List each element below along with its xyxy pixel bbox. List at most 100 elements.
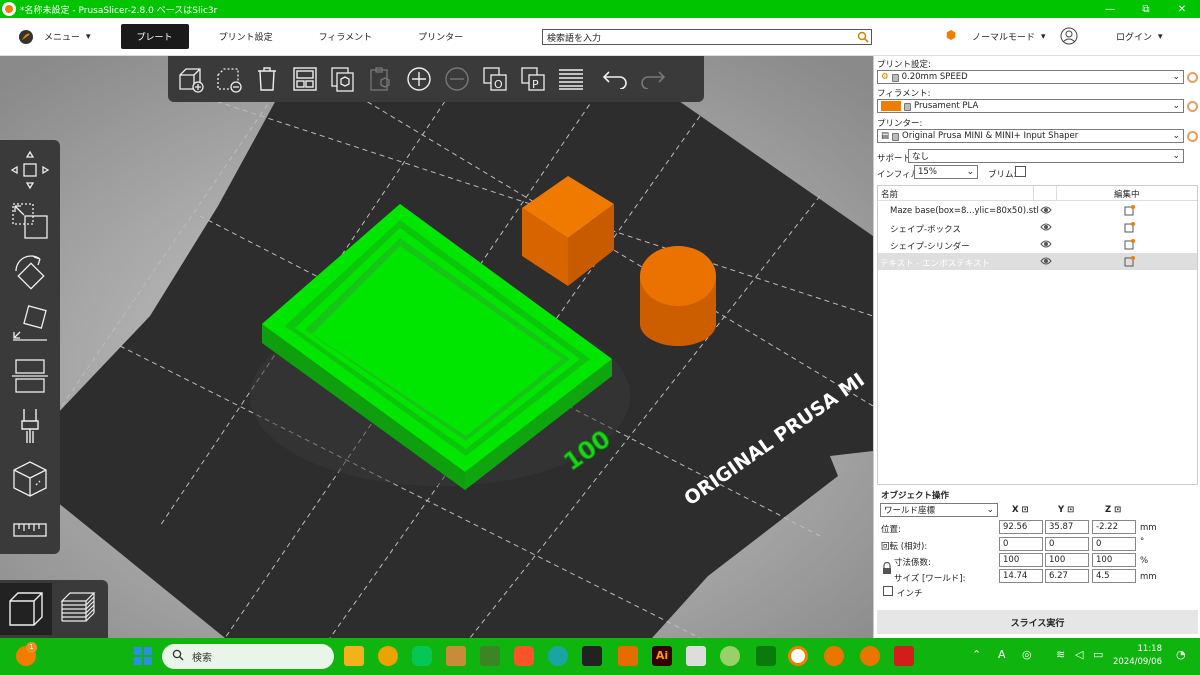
move-tool-icon[interactable] bbox=[6, 146, 54, 194]
chrome-browser-icon[interactable] bbox=[378, 646, 398, 666]
split-to-objects-icon[interactable]: O bbox=[478, 62, 512, 96]
position-z-field[interactable]: -2.22 bbox=[1092, 520, 1136, 534]
blender-icon[interactable] bbox=[824, 646, 844, 666]
place-on-face-icon[interactable] bbox=[6, 301, 54, 349]
add-instance-icon[interactable] bbox=[402, 62, 436, 96]
game-app-icon[interactable] bbox=[446, 646, 466, 666]
list-item-selected[interactable]: テキスト - エンボステキスト bbox=[878, 253, 1197, 270]
filament-gear-icon[interactable] bbox=[1187, 101, 1198, 112]
measure-ruler-icon[interactable] bbox=[6, 507, 54, 555]
printer-gear-icon[interactable] bbox=[1187, 131, 1198, 142]
line-app-icon[interactable] bbox=[412, 646, 432, 666]
edit-icon[interactable] bbox=[1124, 221, 1136, 236]
brim-checkbox[interactable] bbox=[1015, 166, 1026, 177]
3d-viewport[interactable]: 100 ORIGINAL PRUSA MI O P bbox=[0, 56, 873, 638]
edit-icon[interactable] bbox=[1124, 238, 1136, 253]
search-icon[interactable] bbox=[857, 31, 869, 46]
split-to-parts-icon[interactable]: P bbox=[516, 62, 550, 96]
support-combo[interactable]: なし ⌄ bbox=[908, 149, 1184, 163]
rotation-x-field[interactable]: 0 bbox=[999, 537, 1043, 551]
position-x-field[interactable]: 92.56 bbox=[999, 520, 1043, 534]
layer-editing-icon[interactable] bbox=[554, 62, 588, 96]
user-avatar-icon[interactable] bbox=[1060, 27, 1078, 45]
slice-button[interactable]: スライス実行 bbox=[877, 610, 1198, 634]
rotation-y-field[interactable]: 0 bbox=[1045, 537, 1089, 551]
coord-system-combo[interactable]: ワールド座標 ⌄ bbox=[880, 503, 998, 517]
tray-chevron-up-icon[interactable]: ⌃ bbox=[972, 648, 981, 661]
login-button[interactable]: ログイン ▾ bbox=[1116, 30, 1163, 44]
tab-plate[interactable]: プレート bbox=[120, 24, 189, 49]
delete-all-icon[interactable] bbox=[250, 62, 284, 96]
copy-icon[interactable] bbox=[326, 62, 360, 96]
wifi-icon[interactable]: ≋ bbox=[1056, 648, 1065, 661]
eye-icon[interactable] bbox=[1040, 205, 1052, 218]
tab-print-settings[interactable]: プリント設定 bbox=[203, 24, 289, 49]
notification-bell-icon[interactable]: ◔ bbox=[1176, 648, 1186, 661]
eye-icon[interactable] bbox=[1040, 256, 1052, 269]
scale-y-field[interactable]: 100 bbox=[1045, 553, 1089, 567]
inch-checkbox[interactable] bbox=[883, 586, 893, 596]
scale-x-field[interactable]: 100 bbox=[999, 553, 1043, 567]
taskbar-clock[interactable]: 11:18 2024/09/06 bbox=[1113, 643, 1162, 669]
edit-icon[interactable] bbox=[1124, 255, 1136, 270]
filament-combo[interactable]: Prusament PLA ⌄ bbox=[877, 99, 1184, 113]
mode-selector[interactable]: ノーマルモード ▾ bbox=[946, 30, 1046, 43]
3d-scene[interactable]: 100 ORIGINAL PRUSA MI bbox=[0, 56, 873, 638]
rotate-tool-icon[interactable] bbox=[6, 249, 54, 297]
tab-filament[interactable]: フィラメント bbox=[303, 24, 389, 49]
ime-indicator[interactable]: A bbox=[998, 648, 1006, 661]
search-input[interactable]: 検索語を入力 bbox=[542, 29, 872, 45]
taskbar-search-input[interactable]: 検索 bbox=[162, 644, 334, 669]
scale-z-field[interactable]: 100 bbox=[1092, 553, 1136, 567]
prusaslicer-taskbar-icon[interactable] bbox=[788, 646, 808, 666]
position-y-field[interactable]: 35.87 bbox=[1045, 520, 1089, 534]
volume-icon[interactable]: ◁ bbox=[1075, 648, 1083, 661]
app-icon[interactable] bbox=[720, 646, 740, 666]
minecraft-icon[interactable] bbox=[480, 646, 500, 666]
main-menu-button[interactable]: メニュー ▾ bbox=[44, 30, 91, 44]
edit-icon[interactable] bbox=[1124, 204, 1136, 219]
close-button[interactable]: ✕ bbox=[1164, 0, 1200, 18]
print-settings-combo[interactable]: ⚙ 0.20mm SPEED ⌄ bbox=[877, 70, 1184, 84]
printer-combo[interactable]: ▤ Original Prusa MINI & MINI+ Input Shap… bbox=[877, 129, 1184, 143]
preview-layers-icon[interactable] bbox=[52, 583, 104, 635]
acrobat-icon[interactable] bbox=[894, 646, 914, 666]
paint-support-icon[interactable] bbox=[6, 404, 54, 452]
size-y-field[interactable]: 6.27 bbox=[1045, 569, 1089, 583]
file-explorer-icon[interactable] bbox=[344, 646, 364, 666]
app-icon[interactable] bbox=[756, 646, 776, 666]
scale-tool-icon[interactable] bbox=[6, 198, 54, 246]
measure-cube-icon[interactable] bbox=[6, 455, 54, 503]
uniform-scale-lock-icon[interactable] bbox=[882, 561, 892, 577]
print-settings-gear-icon[interactable] bbox=[1187, 72, 1198, 83]
battery-icon[interactable]: ▭ bbox=[1093, 648, 1103, 661]
list-item[interactable]: シェイプ-シリンダー bbox=[878, 236, 1197, 253]
brave-browser-icon[interactable] bbox=[514, 646, 534, 666]
rotation-z-field[interactable]: 0 bbox=[1092, 537, 1136, 551]
cut-tool-icon[interactable] bbox=[6, 352, 54, 400]
add-object-icon[interactable] bbox=[174, 62, 208, 96]
minimize-button[interactable]: — bbox=[1092, 0, 1128, 18]
eye-icon[interactable] bbox=[1040, 239, 1052, 252]
shape-cylinder-object[interactable] bbox=[640, 246, 716, 346]
blender-icon[interactable] bbox=[860, 646, 880, 666]
app-icon[interactable] bbox=[686, 646, 706, 666]
undo-icon[interactable] bbox=[598, 62, 632, 96]
3d-view-icon[interactable] bbox=[0, 583, 52, 635]
headset-icon[interactable]: ◎ bbox=[1022, 648, 1032, 661]
app-icon[interactable] bbox=[582, 646, 602, 666]
list-item[interactable]: Maze base(box=8...ylic=80x50).stl bbox=[878, 202, 1197, 219]
eye-icon[interactable] bbox=[1040, 222, 1052, 235]
delete-object-icon[interactable] bbox=[212, 62, 246, 96]
list-item[interactable]: シェイプ-ボックス bbox=[878, 219, 1197, 236]
tab-printer[interactable]: プリンター bbox=[402, 24, 479, 49]
arrange-icon[interactable] bbox=[288, 62, 322, 96]
illustrator-icon[interactable]: Ai bbox=[652, 646, 672, 666]
windows-start-icon[interactable] bbox=[134, 647, 152, 668]
size-z-field[interactable]: 4.5 bbox=[1092, 569, 1136, 583]
maximize-button[interactable]: ⧉ bbox=[1128, 0, 1164, 18]
app-icon[interactable] bbox=[548, 646, 568, 666]
size-x-field[interactable]: 14.74 bbox=[999, 569, 1043, 583]
infill-combo[interactable]: 15% ⌄ bbox=[914, 165, 978, 179]
app-icon[interactable] bbox=[618, 646, 638, 666]
